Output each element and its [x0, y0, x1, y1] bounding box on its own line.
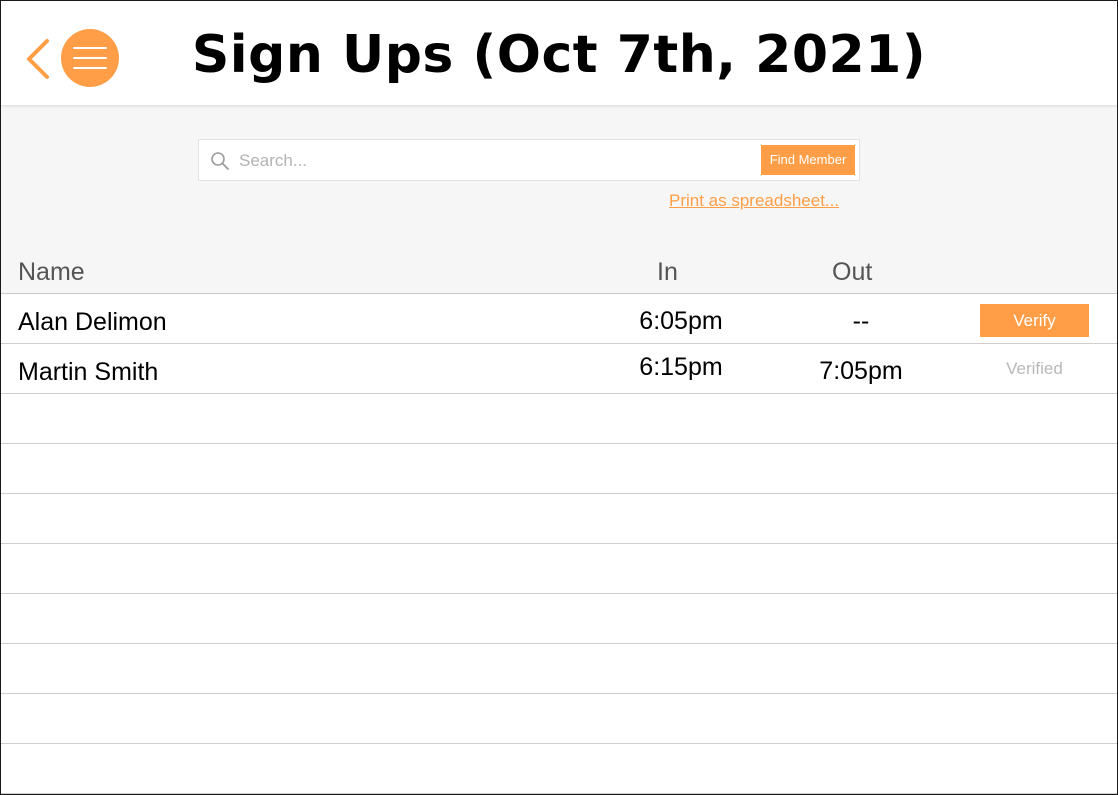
table-row-empty [1, 544, 1117, 594]
print-spreadsheet-link[interactable]: Print as spreadsheet... [669, 191, 839, 211]
page-title: Sign Ups (Oct 7th, 2021) [191, 25, 927, 85]
column-header-in: In [657, 258, 678, 286]
member-name: Martin Smith [18, 358, 159, 386]
search-panel: Find Member Print as spreadsheet... Name… [1, 105, 1117, 293]
app-frame: Sign Ups (Oct 7th, 2021) Find Member Pri… [0, 0, 1118, 795]
table-row-empty [1, 744, 1117, 794]
verify-button[interactable]: Verify [980, 304, 1089, 337]
column-header-out: Out [832, 258, 873, 286]
member-name: Alan Delimon [18, 308, 167, 336]
table-row-empty [1, 594, 1117, 644]
column-header-name: Name [18, 258, 85, 286]
table-row-empty [1, 644, 1117, 694]
header: Sign Ups (Oct 7th, 2021) [1, 1, 1117, 105]
time-out: 7:05pm [819, 357, 903, 385]
table-row: Martin Smith 6:15pm 7:05pm Verified [1, 344, 1117, 394]
table-row-empty [1, 694, 1117, 744]
table-row: Alan Delimon 6:05pm -- Verify [1, 294, 1117, 344]
table-row-empty [1, 494, 1117, 544]
time-out: -- [852, 307, 870, 335]
find-member-button[interactable]: Find Member [761, 145, 855, 175]
search-bar: Find Member [198, 139, 860, 181]
table-row-empty [1, 444, 1117, 494]
time-in: 6:05pm [639, 307, 723, 335]
verified-status: Verified [1006, 359, 1063, 378]
table-row-empty [1, 394, 1117, 444]
search-input[interactable] [237, 146, 761, 176]
time-in: 6:15pm [639, 353, 723, 381]
search-icon [211, 152, 229, 170]
